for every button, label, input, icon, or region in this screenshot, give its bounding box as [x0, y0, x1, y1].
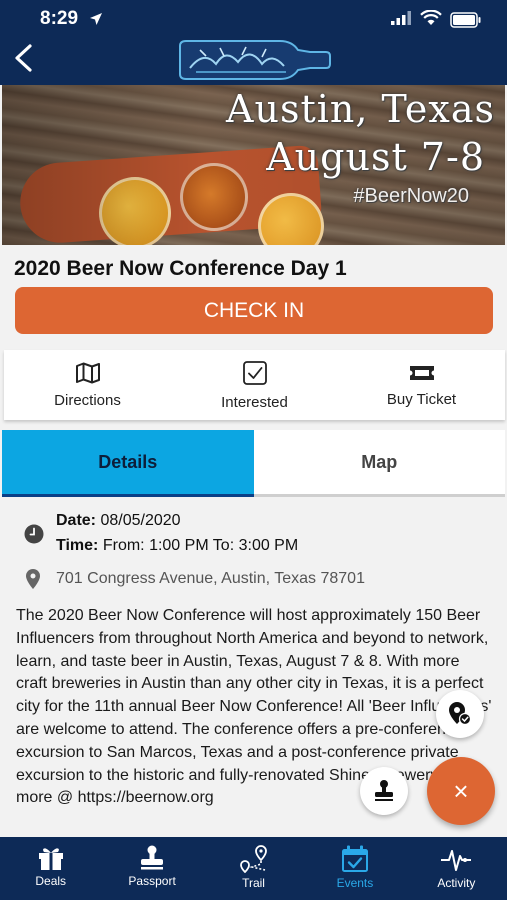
stamp-icon: [141, 845, 164, 870]
nav-events[interactable]: Events: [304, 837, 405, 900]
event-title: 2020 Beer Now Conference Day 1: [14, 257, 347, 280]
event-address[interactable]: 701 Congress Avenue, Austin, Texas 78701: [56, 570, 365, 588]
buy-ticket-button[interactable]: Buy Ticket: [338, 350, 505, 420]
date-value: 08/05/2020: [100, 512, 181, 529]
signal-icon: [391, 11, 411, 25]
hero-hashtag: #BeerNow20: [353, 185, 469, 207]
event-description: The 2020 Beer Now Conference will host a…: [16, 607, 492, 807]
event-date: Date: 08/05/2020: [56, 512, 181, 530]
interested-label: Interested: [221, 393, 288, 411]
tab-details[interactable]: Details: [2, 430, 254, 497]
beer-bottle-logo: [179, 40, 331, 80]
nav-activity[interactable]: Activity: [406, 837, 507, 900]
time-label: Time:: [56, 537, 99, 554]
nav-trail[interactable]: Trail: [203, 837, 304, 900]
stamp-icon: [375, 780, 393, 801]
gift-icon: [38, 848, 63, 870]
directions-label: Directions: [54, 391, 121, 409]
back-chevron-icon[interactable]: [10, 42, 36, 74]
directions-button[interactable]: Directions: [4, 350, 171, 420]
nav-trail-label: Trail: [242, 876, 265, 890]
tab-map[interactable]: Map: [253, 430, 505, 497]
trail-icon: [239, 845, 267, 873]
hero-location: Austin, Texas: [226, 87, 495, 131]
interested-button[interactable]: Interested: [171, 350, 338, 420]
location-pin-icon: [26, 569, 40, 589]
buy-ticket-label: Buy Ticket: [386, 390, 457, 408]
nav-deals[interactable]: Deals: [0, 837, 101, 900]
event-actions: Directions Interested Buy Ticket: [4, 350, 505, 420]
checkbox-icon: [242, 360, 267, 385]
nav-passport-label: Passport: [128, 874, 176, 888]
time-value: From: 1:00 PM To: 3:00 PM: [102, 537, 299, 554]
status-time: 8:29: [40, 8, 79, 29]
battery-icon: [450, 12, 481, 28]
event-hero-image: Austin, Texas August 7-8 #BeerNow20: [2, 85, 505, 245]
event-time: Time: From: 1:00 PM To: 3:00 PM: [56, 537, 298, 555]
clock-icon: [24, 524, 44, 544]
ticket-icon: [409, 365, 434, 380]
app-header: 8:29: [0, 0, 507, 85]
activity-icon: [441, 850, 472, 871]
nav-events-label: Events: [336, 876, 374, 890]
nav-passport[interactable]: Passport: [101, 837, 202, 900]
location-check-button[interactable]: [436, 690, 484, 738]
close-fab-button[interactable]: ×: [427, 757, 495, 825]
status-bar: 8:29: [0, 8, 507, 32]
calendar-icon: [341, 845, 368, 872]
check-in-button[interactable]: CHECK IN: [15, 287, 493, 334]
map-icon: [75, 362, 100, 383]
detail-tabs: Details Map: [2, 430, 505, 497]
nav-activity-label: Activity: [437, 876, 476, 890]
location-check-icon: [449, 702, 472, 726]
wifi-icon: [420, 10, 442, 25]
stamp-button[interactable]: [360, 767, 408, 815]
bottom-nav: Deals Passport Trail Events Activity: [0, 837, 507, 900]
hero-dates: August 7-8: [266, 135, 485, 179]
date-label: Date:: [56, 512, 97, 529]
nav-deals-label: Deals: [35, 874, 67, 888]
location-arrow-icon: [90, 13, 102, 25]
